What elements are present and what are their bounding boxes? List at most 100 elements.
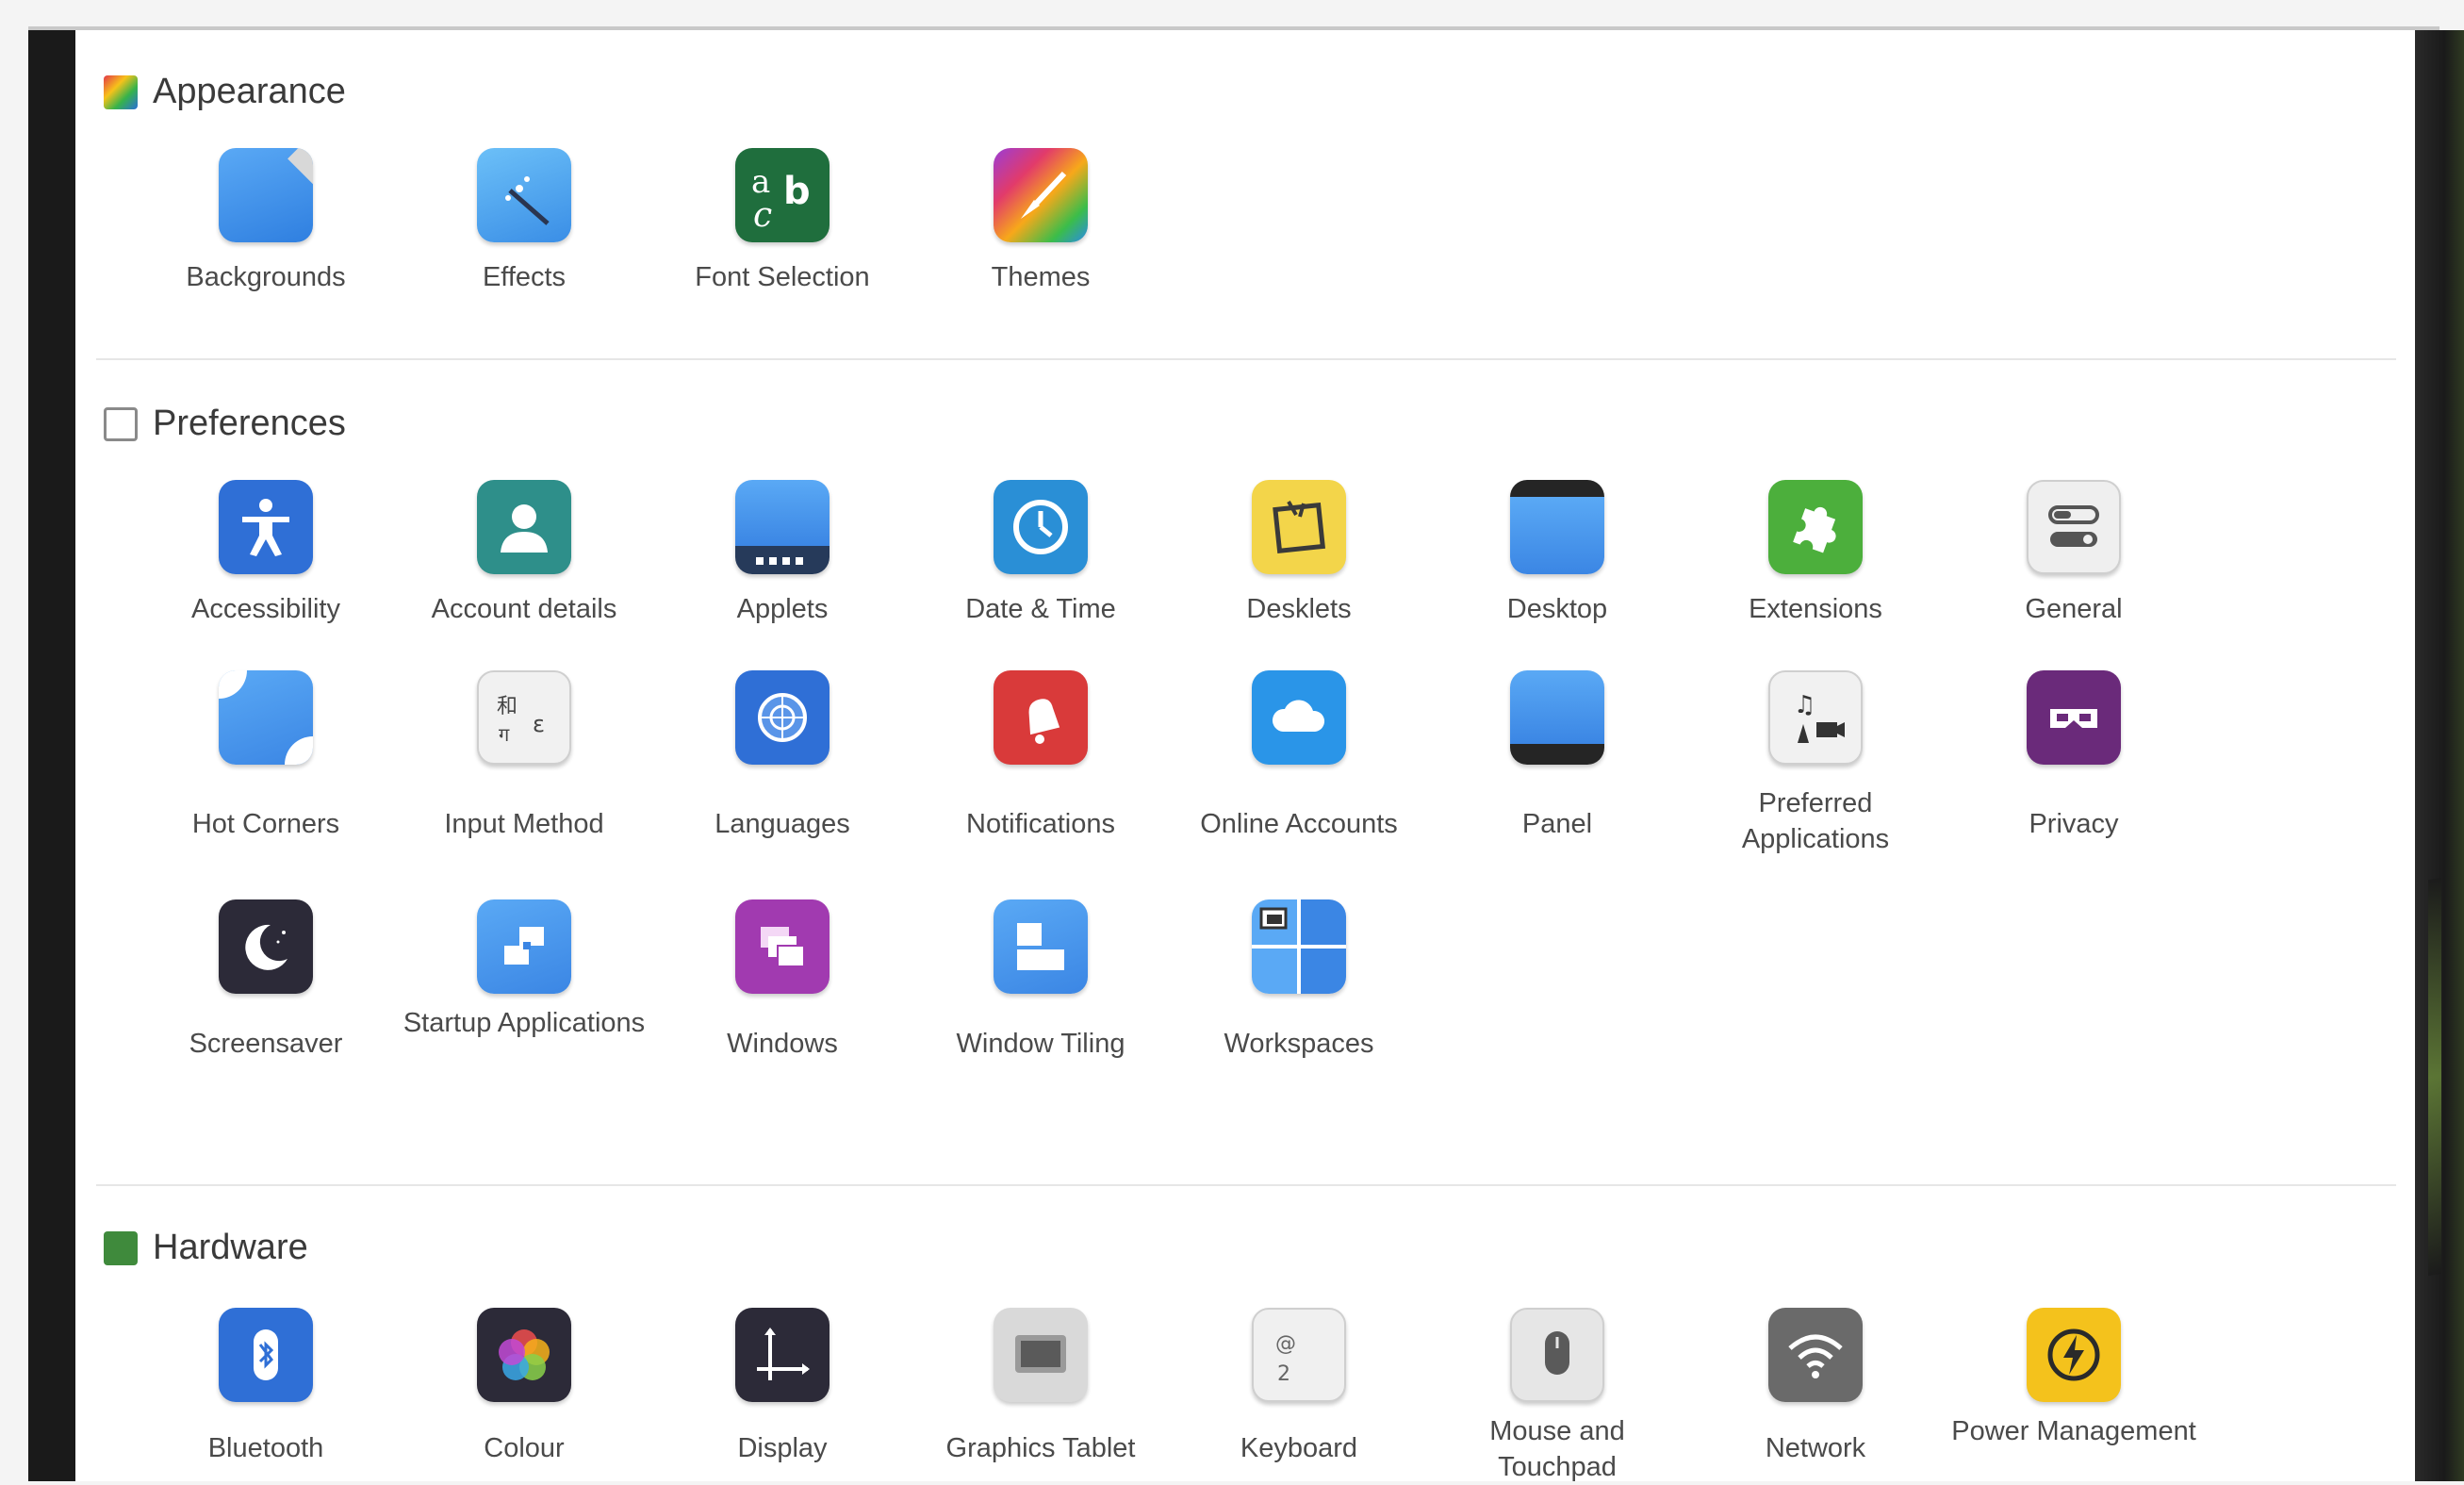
settings-item-font-selection[interactable]: abc Font Selection — [655, 148, 910, 295]
settings-item-accessibility[interactable]: Accessibility — [139, 480, 393, 627]
svg-text:2: 2 — [1277, 1362, 1290, 1386]
cloud-icon — [1252, 670, 1346, 765]
section-title-hardware: Hardware — [153, 1228, 308, 1267]
startup-applications-icon — [477, 899, 571, 994]
item-label: Effects — [482, 262, 567, 292]
item-label: Extensions — [1749, 594, 1882, 624]
svg-text:c: c — [753, 196, 772, 235]
item-label: Desklets — [1246, 594, 1352, 624]
settings-item-account-details[interactable]: Account details — [397, 480, 651, 627]
moon-icon — [219, 899, 313, 994]
hot-corners-icon — [219, 670, 313, 765]
settings-item-screensaver[interactable]: Screensaver — [139, 899, 393, 1062]
window-tiling-icon — [994, 899, 1088, 994]
system-settings-window: Appearance Backgrounds Effects abc Font … — [75, 30, 2415, 1482]
section-header-hardware: Hardware — [104, 1228, 308, 1268]
clock-icon — [994, 480, 1088, 574]
appearance-icon — [104, 74, 138, 109]
item-label: Startup Applications — [402, 1008, 646, 1038]
settings-item-extensions[interactable]: Extensions — [1688, 480, 1943, 627]
desklets-icon — [1252, 480, 1346, 574]
mask-icon — [2027, 670, 2121, 765]
svg-text:♫: ♫ — [1794, 691, 1815, 719]
item-label: Applets — [736, 594, 829, 624]
bluetooth-icon — [219, 1308, 313, 1402]
svg-text:和: 和 — [497, 695, 517, 718]
settings-item-window-tiling[interactable]: Window Tiling — [913, 899, 1168, 1062]
settings-item-desktop[interactable]: Desktop — [1430, 480, 1684, 627]
item-label: Desktop — [1506, 594, 1608, 624]
item-label: Notifications — [966, 809, 1115, 839]
item-label: Backgrounds — [186, 262, 346, 292]
item-label: Languages — [715, 809, 850, 839]
settings-item-startup-applications[interactable]: Startup Applications — [397, 899, 651, 1041]
input-method-icon: 和गε — [477, 670, 571, 765]
item-label: Font Selection — [695, 262, 870, 292]
item-label: Keyboard — [1240, 1433, 1358, 1463]
preferred-applications-icon: ♫ — [1768, 670, 1863, 765]
settings-item-windows[interactable]: Windows — [655, 899, 910, 1062]
settings-item-mouse-touchpad[interactable]: Mouse and Touchpad — [1430, 1308, 1684, 1485]
svg-text:b: b — [783, 170, 811, 213]
section-divider — [96, 1184, 2396, 1186]
settings-item-keyboard[interactable]: @2 Keyboard — [1172, 1308, 1426, 1466]
settings-item-privacy[interactable]: Privacy — [1947, 670, 2201, 842]
desktop-background-right — [2415, 30, 2464, 1481]
settings-item-colour[interactable]: Colour — [397, 1308, 651, 1466]
bell-icon — [994, 670, 1088, 765]
item-label: Screensaver — [189, 1029, 343, 1059]
settings-item-general[interactable]: General — [1947, 480, 2201, 627]
item-label: Accessibility — [191, 594, 340, 624]
settings-item-preferred-applications[interactable]: ♫ Preferred Applications — [1688, 670, 1943, 857]
account-details-icon — [477, 480, 571, 574]
item-label: Themes — [991, 262, 1091, 292]
section-title-preferences: Preferences — [153, 404, 346, 443]
section-title-appearance: Appearance — [153, 72, 346, 111]
wallpaper-streak — [2428, 877, 2441, 1277]
settings-item-display[interactable]: Display — [655, 1308, 910, 1466]
settings-item-backgrounds[interactable]: Backgrounds — [139, 148, 393, 295]
item-label: Graphics Tablet — [945, 1433, 1136, 1463]
settings-item-effects[interactable]: Effects — [397, 148, 651, 295]
settings-item-input-method[interactable]: 和गε Input Method — [397, 670, 651, 842]
globe-icon — [735, 670, 830, 765]
settings-item-online-accounts[interactable]: Online Accounts — [1172, 670, 1426, 842]
settings-item-date-time[interactable]: Date & Time — [913, 480, 1168, 627]
hardware-icon — [104, 1230, 138, 1265]
item-label: Bluetooth — [207, 1433, 324, 1463]
settings-item-network[interactable]: Network — [1688, 1308, 1943, 1466]
item-label: Colour — [484, 1433, 565, 1463]
item-label: Power Management — [1951, 1416, 2196, 1446]
item-label: Preferred Applications — [1741, 788, 1890, 854]
settings-item-notifications[interactable]: Notifications — [913, 670, 1168, 842]
keyboard-icon: @2 — [1252, 1308, 1346, 1402]
workspaces-icon — [1252, 899, 1346, 994]
settings-item-hot-corners[interactable]: Hot Corners — [139, 670, 393, 842]
settings-item-languages[interactable]: Languages — [655, 670, 910, 842]
applets-icon — [735, 480, 830, 574]
settings-item-applets[interactable]: Applets — [655, 480, 910, 627]
settings-item-desklets[interactable]: Desklets — [1172, 480, 1426, 627]
item-label: Privacy — [2029, 809, 2119, 839]
settings-item-panel[interactable]: Panel — [1430, 670, 1684, 842]
desktop-background-left — [28, 30, 75, 1481]
item-label: Online Accounts — [1200, 809, 1398, 839]
effects-icon — [477, 148, 571, 242]
network-icon — [1768, 1308, 1863, 1402]
settings-item-power-management[interactable]: Power Management — [1947, 1308, 2201, 1449]
windows-icon — [735, 899, 830, 994]
settings-item-themes[interactable]: Themes — [913, 148, 1168, 295]
item-label: Window Tiling — [956, 1029, 1125, 1059]
item-label: Date & Time — [965, 594, 1116, 624]
graphics-tablet-icon — [994, 1308, 1088, 1402]
settings-item-bluetooth[interactable]: Bluetooth — [139, 1308, 393, 1466]
desktop-icon — [1510, 480, 1604, 574]
section-divider — [96, 358, 2396, 360]
settings-item-graphics-tablet[interactable]: Graphics Tablet — [913, 1308, 1168, 1466]
section-header-preferences: Preferences — [104, 404, 346, 444]
svg-text:ग: ग — [499, 723, 510, 746]
item-label: Account details — [431, 594, 617, 624]
colour-icon — [477, 1308, 571, 1402]
settings-item-workspaces[interactable]: Workspaces — [1172, 899, 1426, 1062]
item-label: Panel — [1521, 809, 1593, 839]
